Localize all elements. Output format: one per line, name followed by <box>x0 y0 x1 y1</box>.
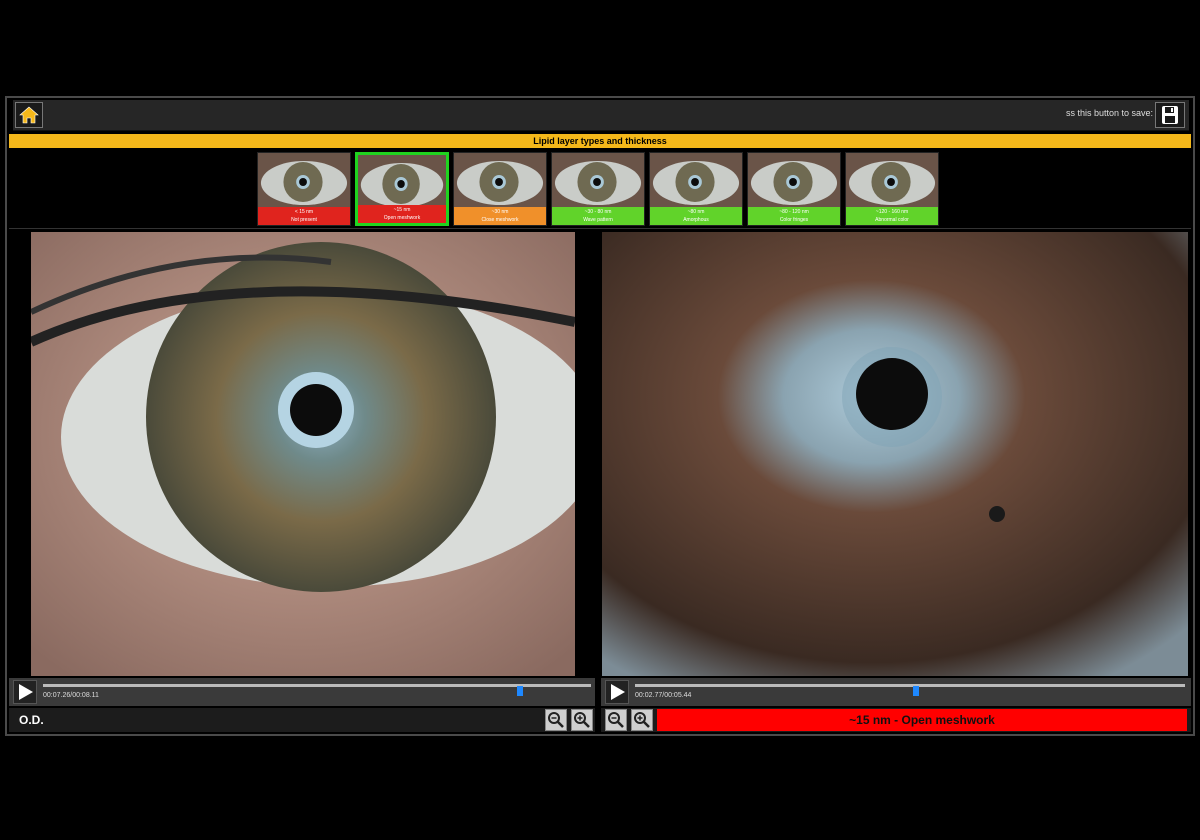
left-play-button[interactable] <box>13 680 37 704</box>
save-hint-text: ss this button to save: <box>1065 108 1153 118</box>
thumbnail-range: ~80 - 120 nm <box>779 209 809 215</box>
classification-status: ~15 nm - Open meshwork <box>657 709 1187 731</box>
floppy-disk-icon <box>1162 106 1178 124</box>
left-timecode: 00:07.26/00:08.11 <box>43 692 99 699</box>
right-play-button[interactable] <box>605 680 629 704</box>
thumbnail-range: ~30 nm <box>491 209 509 215</box>
thumbnail-range: ~30 - 80 nm <box>584 209 612 215</box>
thumbnail-name: Amorphous <box>683 217 709 223</box>
eye-image-closeup <box>31 232 575 676</box>
thumbnail-label: ~80 nm Amorphous <box>650 207 742 225</box>
thumbnail-label: ~120 - 160 nm Abnormal color <box>846 207 938 225</box>
lipid-layer-banner: Lipid layer types and thickness <box>9 134 1191 148</box>
app-window: ss this button to save: Lipid layer type… <box>5 96 1195 736</box>
zoom-in-icon <box>634 712 650 728</box>
top-toolbar: ss this button to save: <box>13 100 1189 131</box>
thumbnail-name: Color fringes <box>779 217 809 223</box>
thumbnail-label: < 15 nm Not present <box>258 207 350 225</box>
thumbnail-name: Wave pattern <box>583 217 613 223</box>
thumbnail-name: Open meshwork <box>383 215 421 221</box>
lipid-thumbnail[interactable]: ~80 - 120 nm Color fringes <box>747 152 841 226</box>
right-seek-handle[interactable] <box>912 686 919 696</box>
right-seek-bar[interactable] <box>635 684 1185 696</box>
lipid-thumbnail[interactable]: ~120 - 160 nm Abnormal color <box>845 152 939 226</box>
lipid-thumbnail[interactable]: ~30 - 80 nm Wave pattern <box>551 152 645 226</box>
thumbnail-eye-image <box>258 153 350 209</box>
thumbnail-name: Close meshwork <box>481 217 519 223</box>
thumbnail-range: ~120 - 160 nm <box>875 209 909 215</box>
eye-side-label: O.D. <box>19 713 44 727</box>
lipid-thumbnail[interactable]: ~80 nm Amorphous <box>649 152 743 226</box>
thumbnail-name: Not present <box>291 217 317 223</box>
thumbnail-label: ~30 - 80 nm Wave pattern <box>552 207 644 225</box>
left-footer-bar: O.D. <box>9 708 595 732</box>
thumbnail-eye-image <box>650 153 742 209</box>
zoom-in-icon <box>574 712 590 728</box>
thumbnail-eye-image <box>552 153 644 209</box>
thumbnail-label: ~80 - 120 nm Color fringes <box>748 207 840 225</box>
lipid-thumbnail[interactable]: < 15 nm Not present <box>257 152 351 226</box>
save-button[interactable] <box>1155 102 1185 128</box>
left-zoom-in-button[interactable] <box>571 709 593 731</box>
thumbnail-range: ~80 nm <box>687 209 705 215</box>
right-footer-bar: ~15 nm - Open meshwork <box>601 708 1191 732</box>
thumbnail-label: ~15 nm Open meshwork <box>358 205 446 223</box>
thumbnail-name: Abnormal color <box>875 217 909 223</box>
thumbnail-eye-image <box>454 153 546 209</box>
home-button[interactable] <box>15 102 43 128</box>
left-eye-video[interactable] <box>31 232 575 676</box>
right-timecode: 00:02.77/00:05.44 <box>635 692 692 699</box>
thumbnail-label: ~30 nm Close meshwork <box>454 207 546 225</box>
right-zoom-out-button[interactable] <box>605 709 627 731</box>
eye-image-magnified <box>602 232 1188 676</box>
zoom-out-icon <box>548 712 564 728</box>
left-zoom-out-button[interactable] <box>545 709 567 731</box>
lipid-thumbnail[interactable]: ~15 nm Open meshwork <box>355 152 449 226</box>
left-seek-handle[interactable] <box>516 686 523 696</box>
right-zoom-in-button[interactable] <box>631 709 653 731</box>
thumbnail-strip: < 15 nm Not present ~15 nm Open meshwork ~30… <box>9 150 1191 229</box>
thumbnail-range: ~15 nm <box>393 207 411 213</box>
left-player-controls: 00:07.26/00:08.11 <box>9 678 595 706</box>
home-icon <box>19 106 39 124</box>
play-icon <box>611 684 625 700</box>
right-player-controls: 00:02.77/00:05.44 <box>601 678 1191 706</box>
lipid-thumbnail[interactable]: ~30 nm Close meshwork <box>453 152 547 226</box>
right-eye-video[interactable] <box>602 232 1188 676</box>
thumbnail-eye-image <box>358 155 446 211</box>
zoom-out-icon <box>608 712 624 728</box>
thumbnail-eye-image <box>846 153 938 209</box>
play-icon <box>19 684 33 700</box>
thumbnail-eye-image <box>748 153 840 209</box>
thumbnail-range: < 15 nm <box>294 209 314 215</box>
left-seek-bar[interactable] <box>43 684 591 696</box>
